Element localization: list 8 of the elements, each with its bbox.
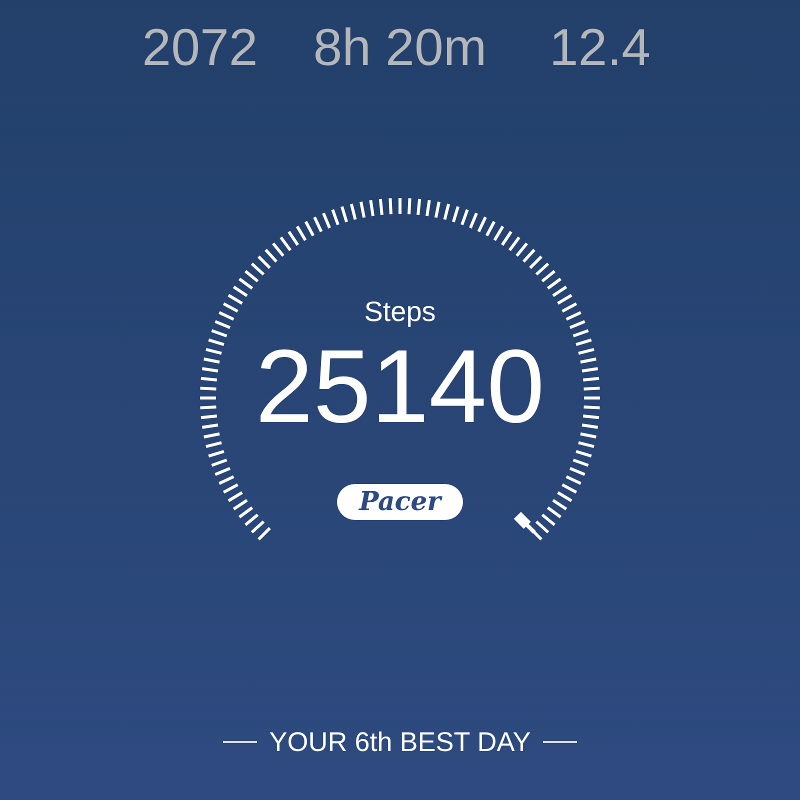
gauge-marker-icon bbox=[514, 512, 536, 534]
steps-label: Steps bbox=[364, 296, 436, 328]
stat-value: 8h 20m bbox=[313, 18, 487, 78]
best-day-text: YOUR 6th BEST DAY bbox=[269, 726, 531, 758]
steps-count: 25140 bbox=[255, 332, 545, 442]
pacer-logo: Pacer bbox=[337, 484, 463, 520]
stat-value: 12.4 bbox=[549, 18, 651, 78]
stat-value: 2072 bbox=[142, 18, 258, 78]
